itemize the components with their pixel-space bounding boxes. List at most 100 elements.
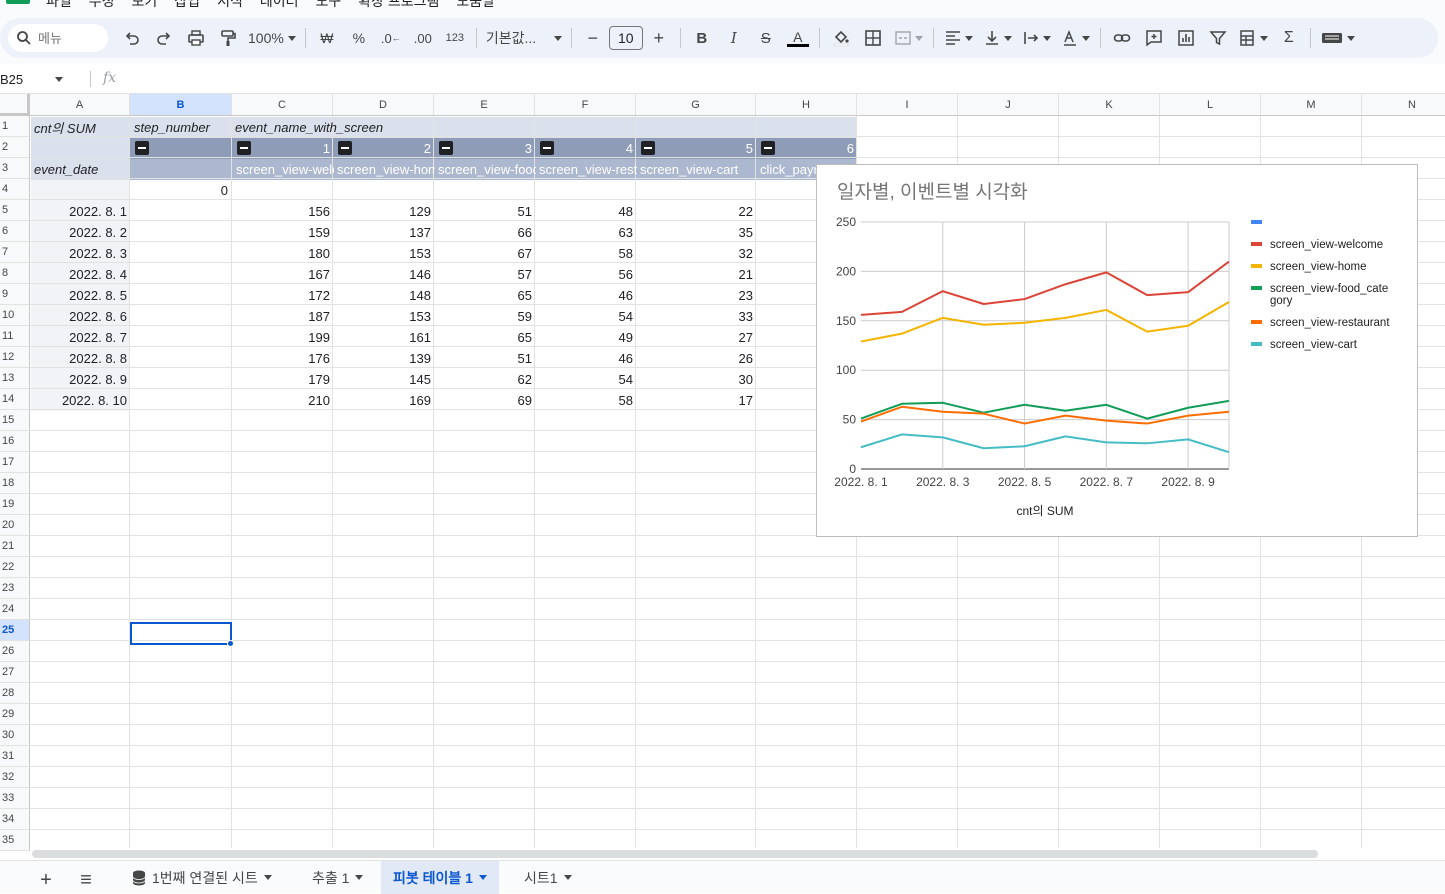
selected-cell[interactable] <box>130 622 232 645</box>
scrollbar-thumb[interactable] <box>32 850 1318 858</box>
row-header-25[interactable]: 25 <box>0 620 30 641</box>
pivot-row-date[interactable]: 2022. 8. 6 <box>31 306 130 327</box>
row-header-30[interactable]: 30 <box>0 725 30 746</box>
pivot-value-cell[interactable]: 180 <box>232 243 333 264</box>
pivot-row-date[interactable]: 2022. 8. 8 <box>31 348 130 369</box>
pivot-value-cell[interactable]: 167 <box>232 264 333 285</box>
pivot-value-cell[interactable]: 51 <box>434 201 535 222</box>
row-header-34[interactable]: 34 <box>0 809 30 830</box>
column-header-c[interactable]: C <box>232 94 333 116</box>
italic-button[interactable]: I <box>721 24 747 52</box>
increase-decimal-button[interactable]: .00 <box>410 24 436 52</box>
row-header-31[interactable]: 31 <box>0 746 30 767</box>
sheet-tab[interactable]: 추출 1 <box>300 861 375 894</box>
pivot-value-cell[interactable]: 65 <box>434 285 535 306</box>
row-header-33[interactable]: 33 <box>0 788 30 809</box>
insert-link-button[interactable] <box>1109 24 1135 52</box>
font-size-increase-button[interactable]: + <box>646 24 672 52</box>
menu-item[interactable]: 파일 <box>46 0 72 10</box>
row-header-21[interactable]: 21 <box>0 536 30 557</box>
pivot-step-number[interactable]: 5 <box>636 138 756 159</box>
percent-format-button[interactable]: % <box>346 24 372 52</box>
pivot-row-field[interactable]: event_date <box>31 159 130 180</box>
insert-comment-button[interactable] <box>1141 24 1167 52</box>
pivot-value-cell[interactable]: 146 <box>333 264 434 285</box>
column-header-a[interactable]: A <box>30 94 130 116</box>
pivot-event-name[interactable]: screen_view-cart <box>637 159 757 180</box>
row-header-23[interactable]: 23 <box>0 578 30 599</box>
vertical-align-button[interactable] <box>981 24 1014 52</box>
pivot-value-cell[interactable]: 172 <box>232 285 333 306</box>
pivot-step-number[interactable]: 3 <box>434 138 535 159</box>
column-header-h[interactable]: H <box>756 94 857 116</box>
row-header-15[interactable]: 15 <box>0 410 30 431</box>
fill-color-button[interactable] <box>828 24 854 52</box>
font-family-select[interactable]: 기본값... <box>486 28 562 48</box>
pivot-value-cell[interactable]: 57 <box>434 264 535 285</box>
row-header-12[interactable]: 12 <box>0 347 30 368</box>
pivot-row-date[interactable]: 2022. 8. 3 <box>31 243 130 264</box>
pivot-value-cell[interactable]: 63 <box>535 222 636 243</box>
pivot-step-number[interactable]: 2 <box>333 138 434 159</box>
paint-format-button[interactable] <box>215 24 241 52</box>
sheet-tab[interactable]: 시트1 <box>512 861 584 894</box>
row-header-28[interactable]: 28 <box>0 683 30 704</box>
pivot-value-cell[interactable]: 69 <box>434 390 535 411</box>
pivot-value-cell[interactable]: 59 <box>434 306 535 327</box>
row-header-7[interactable]: 7 <box>0 242 30 263</box>
row-header-27[interactable]: 27 <box>0 662 30 683</box>
pivot-value-cell[interactable]: 210 <box>232 390 333 411</box>
pivot-step-number[interactable] <box>130 138 232 159</box>
pivot-value-cell[interactable]: 145 <box>333 369 434 390</box>
pivot-event-name[interactable]: screen_view-home <box>334 159 435 180</box>
zoom-select[interactable]: 100% <box>248 30 296 46</box>
pivot-value-cell[interactable]: 22 <box>636 201 756 222</box>
pivot-row-date[interactable]: 2022. 8. 1 <box>31 201 130 222</box>
name-box[interactable]: B25 <box>0 69 82 89</box>
chevron-down-icon[interactable] <box>355 875 364 880</box>
select-all-corner[interactable] <box>0 94 30 116</box>
column-header-f[interactable]: F <box>535 94 636 116</box>
menu-item[interactable]: 보기 <box>132 0 158 10</box>
row-header-35[interactable]: 35 <box>0 830 30 851</box>
row-header-8[interactable]: 8 <box>0 263 30 284</box>
pivot-value-cell[interactable]: 161 <box>333 327 434 348</box>
row-header-32[interactable]: 32 <box>0 767 30 788</box>
pivot-value-cell[interactable]: 54 <box>535 369 636 390</box>
pivot-row-date[interactable]: 2022. 8. 2 <box>31 222 130 243</box>
text-rotation-button[interactable] <box>1059 24 1092 52</box>
menu-item[interactable]: 확장 프로그램 <box>358 0 439 10</box>
functions-button[interactable]: Σ <box>1276 24 1302 52</box>
row-header-18[interactable]: 18 <box>0 473 30 494</box>
pivot-value-cell[interactable]: 49 <box>535 327 636 348</box>
pivot-row-date[interactable]: 2022. 8. 5 <box>31 285 130 306</box>
pivot-value-cell[interactable]: 187 <box>232 306 333 327</box>
font-size-input[interactable]: 10 <box>608 26 643 50</box>
pivot-value-cell[interactable]: 139 <box>333 348 434 369</box>
row-header-26[interactable]: 26 <box>0 641 30 662</box>
pivot-value-cell[interactable]: 169 <box>333 390 434 411</box>
print-button[interactable] <box>183 24 209 52</box>
pivot-value-cell[interactable]: 153 <box>333 243 434 264</box>
pivot-value-cell[interactable]: 23 <box>636 285 756 306</box>
pivot-value-cell[interactable]: 32 <box>636 243 756 264</box>
filter-button[interactable] <box>1205 24 1231 52</box>
pivot-value-cell[interactable]: 137 <box>333 222 434 243</box>
row-header-22[interactable]: 22 <box>0 557 30 578</box>
pivot-value-cell[interactable]: 67 <box>434 243 535 264</box>
pivot-value-cell[interactable]: 35 <box>636 222 756 243</box>
menu-item[interactable]: 서식 <box>217 0 243 10</box>
column-header-l[interactable]: L <box>1160 94 1261 116</box>
column-header-b[interactable]: B <box>130 94 232 116</box>
row-header-4[interactable]: 4 <box>0 179 30 200</box>
menu-item[interactable]: 도구 <box>315 0 341 10</box>
input-tools-button[interactable] <box>1319 24 1357 52</box>
pivot-row-date[interactable]: 2022. 8. 10 <box>31 390 130 411</box>
pivot-value-cell[interactable]: 156 <box>232 201 333 222</box>
row-header-29[interactable]: 29 <box>0 704 30 725</box>
pivot-value-cell[interactable]: 58 <box>535 243 636 264</box>
row-header-5[interactable]: 5 <box>0 200 30 221</box>
chevron-down-icon[interactable] <box>478 875 487 880</box>
pivot-col-field-step[interactable]: step_number <box>131 117 231 138</box>
pivot-event-name[interactable]: screen_view-restaurant <box>536 159 637 180</box>
